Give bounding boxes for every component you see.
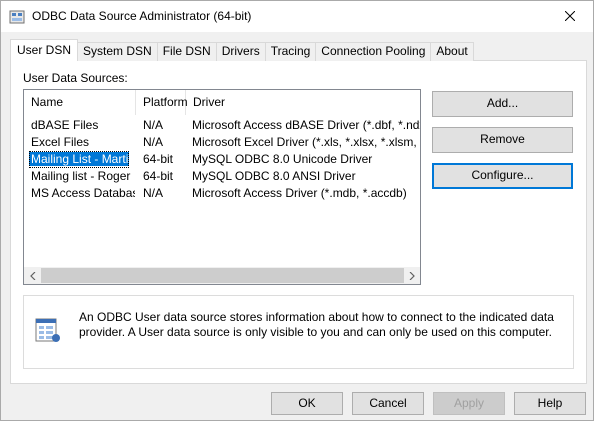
row-name: Mailing List - Martin	[29, 152, 129, 166]
row-name: Mailing list - Roger	[31, 169, 131, 183]
column-header-driver[interactable]: Driver	[186, 90, 420, 115]
cancel-button[interactable]: Cancel	[352, 392, 424, 415]
close-button[interactable]	[547, 1, 593, 32]
tab-about[interactable]: About	[431, 42, 474, 61]
title-bar: ODBC Data Source Administrator (64-bit)	[1, 1, 593, 32]
list-row[interactable]: Mailing list - Roger 64-bit MySQL ODBC 8…	[24, 168, 420, 185]
chevron-left-icon	[29, 269, 36, 283]
window-title: ODBC Data Source Administrator (64-bit)	[32, 9, 252, 23]
list-row[interactable]: Excel Files N/A Microsoft Excel Driver (…	[24, 134, 420, 151]
row-platform: 64-bit	[143, 169, 174, 183]
add-button[interactable]: Add...	[432, 91, 573, 117]
row-driver: Microsoft Access Driver (*.mdb, *.accdb)	[192, 186, 407, 200]
row-driver: MySQL ODBC 8.0 Unicode Driver	[192, 152, 373, 166]
list-row-selected[interactable]: Mailing List - Martin 64-bit MySQL ODBC …	[24, 151, 420, 168]
row-name: MS Access Database	[31, 186, 135, 200]
ok-button[interactable]: OK	[271, 392, 343, 415]
list-row[interactable]: dBASE Files N/A Microsoft Access dBASE D…	[24, 117, 420, 134]
chevron-right-icon	[409, 269, 415, 283]
row-name: Excel Files	[31, 135, 90, 149]
row-platform: N/A	[143, 186, 164, 200]
close-icon	[564, 10, 576, 24]
tab-strip: User DSN System DSN File DSN Drivers Tra…	[10, 39, 474, 61]
info-panel: An ODBC User data source stores informat…	[23, 295, 574, 369]
data-source-info-icon	[34, 316, 62, 344]
tab-drivers[interactable]: Drivers	[216, 42, 266, 61]
odbc-admin-window: ODBC Data Source Administrator (64-bit) …	[0, 0, 594, 421]
list-header: Name Platform Driver	[24, 90, 420, 115]
scroll-right-button[interactable]	[403, 267, 420, 284]
row-driver: Microsoft Access dBASE Driver (*.dbf, *.…	[192, 118, 420, 132]
user-data-sources-label: User Data Sources:	[23, 71, 128, 85]
row-platform: N/A	[143, 118, 164, 132]
list-row[interactable]: MS Access Database N/A Microsoft Access …	[24, 185, 420, 202]
scrollbar-thumb[interactable]	[41, 268, 404, 283]
row-name: dBASE Files	[31, 118, 99, 132]
row-platform: N/A	[143, 135, 164, 149]
data-sources-list[interactable]: Name Platform Driver dBASE Files N/A Mic…	[23, 89, 421, 285]
help-button[interactable]: Help	[514, 392, 586, 415]
row-driver: Microsoft Excel Driver (*.xls, *.xlsx, *…	[192, 135, 420, 149]
tab-user-dsn[interactable]: User DSN	[10, 39, 79, 61]
configure-button[interactable]: Configure...	[432, 163, 573, 189]
horizontal-scrollbar[interactable]	[24, 267, 420, 284]
odbc-app-icon	[9, 9, 25, 25]
tab-tracing[interactable]: Tracing	[265, 42, 317, 61]
row-platform: 64-bit	[143, 152, 174, 166]
tab-connection-pooling[interactable]: Connection Pooling	[316, 42, 432, 61]
info-description: An ODBC User data source stores informat…	[79, 310, 554, 339]
column-header-platform[interactable]: Platform	[136, 90, 188, 115]
tab-system-dsn[interactable]: System DSN	[78, 42, 158, 61]
row-driver: MySQL ODBC 8.0 ANSI Driver	[192, 169, 356, 183]
scroll-left-button[interactable]	[24, 267, 41, 284]
column-header-name[interactable]: Name	[24, 90, 136, 115]
apply-button[interactable]: Apply	[433, 392, 505, 415]
tab-file-dsn[interactable]: File DSN	[157, 42, 217, 61]
remove-button[interactable]: Remove	[432, 127, 573, 153]
